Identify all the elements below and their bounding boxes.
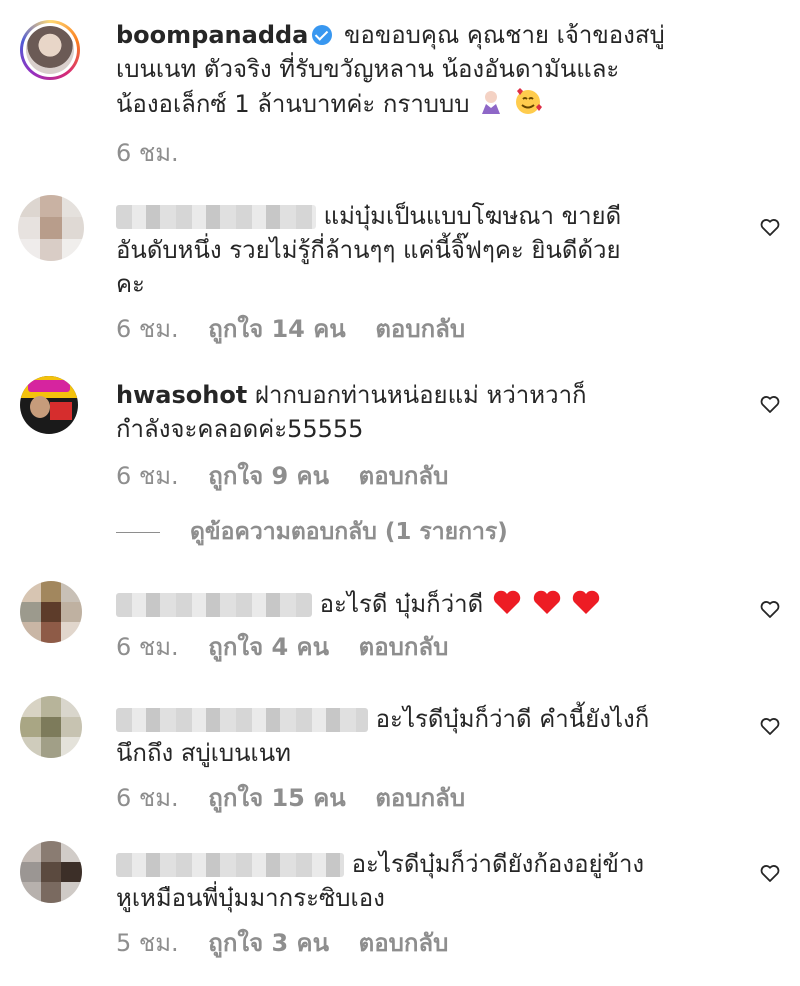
comment-likes[interactable]: ถูกใจ 4 คน (208, 633, 329, 661)
caption-username[interactable]: boompanadda (116, 21, 308, 49)
caption-line-1: boompanadda ขอขอบคุณ คุณชาย เจ้าของสบู่ (116, 18, 776, 52)
avatar[interactable] (20, 696, 82, 758)
comment-text: อะไรดี บุ๋มก็ว่าดี (116, 587, 746, 625)
comment-meta: 6 ชม. ถูกใจ 15 คน ตอบกลับ (116, 778, 465, 817)
comment-time: 6 ชม. (116, 462, 179, 490)
comment-text: แม่บุ๋มเป็นแบบโฆษณา ขายดี อันดับหนึ่ง รว… (116, 199, 746, 301)
comment-line-1-text: อะไรดีบุ๋มก็ว่าดียังก้องอยู่ข้าง (351, 850, 645, 878)
blurred-username (116, 593, 312, 617)
comment-line-2: อันดับหนึ่ง รวยไม่รู้กี่ล้านๆๆ แค่นี้จิ๊… (116, 236, 621, 264)
comment-likes[interactable]: ถูกใจ 9 คน (208, 462, 329, 490)
bow-person-emoji-icon (477, 88, 505, 125)
blurred-username (116, 708, 368, 732)
reply-button[interactable]: ตอบกลับ (359, 633, 449, 661)
reply-button[interactable]: ตอบกลับ (375, 784, 465, 812)
comment-likes[interactable]: ถูกใจ 3 คน (208, 929, 329, 957)
heart-outline-icon[interactable] (758, 392, 784, 418)
caption-time-text: 6 ชม. (116, 139, 179, 167)
caption-line-2: เบนเนท ตัวจริง ที่รับขวัญหลาน น้องอันดาม… (116, 55, 620, 83)
post-caption: boompanadda ขอขอบคุณ คุณชาย เจ้าของสบู่ … (0, 0, 800, 170)
comment-line-1-text: ฝากบอกท่านหน่อยแม่ หว่าหวาก็ (254, 381, 587, 409)
comment-meta: 6 ชม. ถูกใจ 14 คน ตอบกลับ (116, 309, 465, 348)
view-replies-button[interactable]: ดูข้อความตอบกลับ (1 รายการ) (116, 512, 508, 552)
comment-likes[interactable]: ถูกใจ 14 คน (208, 315, 345, 343)
avatar[interactable] (20, 20, 80, 80)
comment-line-1-text: อะไรดี บุ๋มก็ว่าดี (319, 590, 484, 618)
comment-item: อะไรดี บุ๋มก็ว่าดี 6 ชม. ถูกใจ 4 คน ตอบก… (0, 575, 800, 675)
view-replies-divider (116, 531, 160, 533)
view-replies-label: ดูข้อความตอบกลับ (1 รายการ) (190, 519, 508, 545)
comment-meta: 5 ชม. ถูกใจ 3 คน ตอบกลับ (116, 923, 448, 962)
heart-outline-icon[interactable] (758, 597, 784, 623)
blurred-username (116, 205, 316, 229)
comment-likes[interactable]: ถูกใจ 15 คน (208, 784, 345, 812)
avatar[interactable] (20, 581, 82, 643)
comment-line-1-text: อะไรดีบุ๋มก็ว่าดี คำนี้ยังไงก็ (375, 705, 650, 733)
comment-item: อะไรดีบุ๋มก็ว่าดี คำนี้ยังไงก็ นึกถึง สบ… (0, 690, 800, 825)
comment-time: 6 ชม. (116, 315, 179, 343)
red-heart-emoji-icon (531, 588, 563, 625)
comments-panel: boompanadda ขอขอบคุณ คุณชาย เจ้าของสบู่ … (0, 0, 800, 986)
reply-button[interactable]: ตอบกลับ (359, 462, 449, 490)
verified-badge-icon (312, 25, 333, 45)
comment-line-2: นึกถึง สบู่เบนเนท (116, 739, 291, 767)
avatar[interactable] (20, 841, 82, 903)
red-heart-emoji-icon (491, 588, 523, 625)
caption-time: 6 ชม. (116, 133, 179, 172)
comment-line-2: หูเหมือนพี่บุ๋มมากระซิบเอง (116, 884, 385, 912)
comment-line-1: แม่บุ๋มเป็นแบบโฆษณา ขายดี (116, 199, 746, 233)
comment-line-3: คะ (116, 270, 145, 298)
reply-button[interactable]: ตอบกลับ (359, 929, 449, 957)
comment-time: 5 ชม. (116, 929, 179, 957)
caption-text: boompanadda ขอขอบคุณ คุณชาย เจ้าของสบู่ … (116, 18, 776, 125)
caption-text-part-3: น้องอเล็กซ์ 1 ล้านบาทค่ะ กราบบบ (116, 90, 470, 118)
blurred-username (116, 853, 344, 877)
avatar[interactable] (20, 376, 78, 434)
comment-item: แม่บุ๋มเป็นแบบโฆษณา ขายดี อันดับหนึ่ง รว… (0, 185, 800, 345)
smiling-face-hearts-emoji-icon (513, 86, 543, 125)
comment-item: hwasohot ฝากบอกท่านหน่อยแม่ หว่าหวาก็ กำ… (0, 362, 800, 512)
heart-outline-icon[interactable] (758, 215, 784, 241)
comment-meta: 6 ชม. ถูกใจ 9 คน ตอบกลับ (116, 456, 448, 495)
comment-item: อะไรดีบุ๋มก็ว่าดียังก้องอยู่ข้าง หูเหมือ… (0, 835, 800, 975)
reply-button[interactable]: ตอบกลับ (375, 315, 465, 343)
comment-text: อะไรดีบุ๋มก็ว่าดี คำนี้ยังไงก็ นึกถึง สบ… (116, 702, 746, 770)
avatar[interactable] (18, 195, 84, 261)
comment-username[interactable]: hwasohot (116, 381, 247, 409)
comment-time: 6 ชม. (116, 784, 179, 812)
caption-line-3: น้องอเล็กซ์ 1 ล้านบาทค่ะ กราบบบ (116, 86, 776, 125)
comment-line-2: กำลังจะคลอดค่ะ55555 (116, 415, 364, 443)
heart-outline-icon[interactable] (758, 714, 784, 740)
comment-line-1-text: แม่บุ๋มเป็นแบบโฆษณา ขายดี (323, 202, 622, 230)
comment-line-1: อะไรดีบุ๋มก็ว่าดี คำนี้ยังไงก็ (116, 702, 746, 736)
red-heart-emoji-icon (570, 588, 602, 625)
comment-meta: 6 ชม. ถูกใจ 4 คน ตอบกลับ (116, 627, 448, 666)
comment-line-1: อะไรดี บุ๋มก็ว่าดี (116, 587, 746, 625)
comment-time: 6 ชม. (116, 633, 179, 661)
caption-text-part-1: ขอขอบคุณ คุณชาย เจ้าของสบู่ (344, 21, 665, 49)
comment-text: hwasohot ฝากบอกท่านหน่อยแม่ หว่าหวาก็ กำ… (116, 378, 746, 446)
heart-outline-icon[interactable] (758, 861, 784, 887)
comment-line-1: อะไรดีบุ๋มก็ว่าดียังก้องอยู่ข้าง (116, 847, 746, 881)
comment-line-1: hwasohot ฝากบอกท่านหน่อยแม่ หว่าหวาก็ (116, 378, 746, 412)
comment-text: อะไรดีบุ๋มก็ว่าดียังก้องอยู่ข้าง หูเหมือ… (116, 847, 746, 915)
